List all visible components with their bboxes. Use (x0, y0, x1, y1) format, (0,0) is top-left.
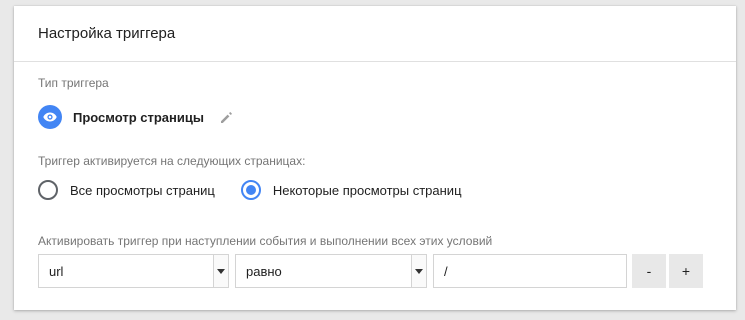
remove-condition-button[interactable]: - (632, 254, 666, 288)
eye-icon (38, 105, 62, 129)
dropdown-arrow-icon[interactable] (411, 255, 426, 287)
card-header: Настройка триггера (14, 6, 736, 62)
radio-some-pageviews-label: Некоторые просмотры страниц (272, 182, 462, 198)
card-title: Настройка триггера (38, 25, 176, 42)
activation-radio-group: Все просмотры страниц Некоторые просмотр… (38, 180, 462, 200)
variable-select-value: url (49, 263, 64, 279)
condition-value-input[interactable] (433, 254, 627, 288)
condition-row: url равно - + (38, 254, 703, 288)
trigger-type-label: Тип триггера (38, 76, 109, 90)
dropdown-arrow-icon[interactable] (213, 255, 228, 287)
radio-all-pageviews-label: Все просмотры страниц (70, 182, 215, 198)
variable-select[interactable]: url (38, 254, 229, 288)
radio-unchecked-icon[interactable] (38, 180, 58, 200)
radio-all-pageviews[interactable]: Все просмотры страниц (38, 180, 215, 200)
radio-some-pageviews[interactable]: Некоторые просмотры страниц (240, 180, 462, 200)
operator-select[interactable]: равно (235, 254, 427, 288)
trigger-config-card: Настройка триггера Тип триггера Просмотр… (14, 6, 736, 310)
trigger-type-row[interactable]: Просмотр страницы (38, 104, 233, 130)
operator-select-value: равно (246, 263, 282, 279)
trigger-type-name: Просмотр страницы (73, 109, 204, 125)
activation-label: Триггер активируется на следующих страни… (38, 154, 306, 168)
edit-pencil-icon[interactable] (220, 111, 233, 124)
add-condition-button[interactable]: + (669, 254, 703, 288)
radio-checked-icon[interactable] (240, 180, 261, 200)
conditions-label: Активировать триггер при наступлении соб… (38, 234, 493, 248)
